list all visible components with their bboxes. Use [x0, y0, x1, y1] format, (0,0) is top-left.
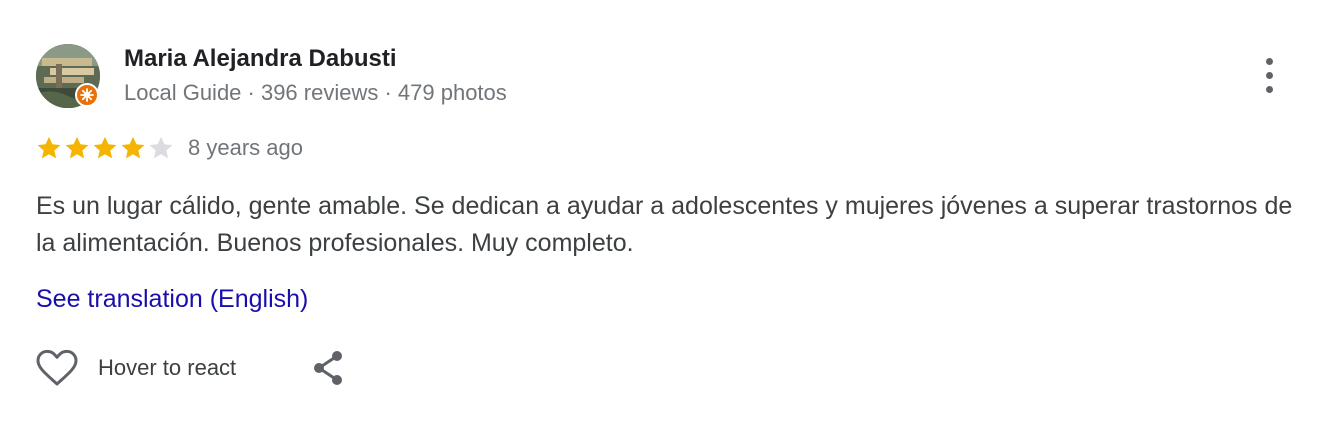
react-button[interactable]: Hover to react [36, 346, 236, 390]
author-name[interactable]: Maria Alejandra Dabusti [124, 45, 397, 73]
star-filled-icon [121, 136, 145, 159]
review-date: 8 years ago [188, 135, 303, 160]
star-empty-icon [149, 136, 173, 159]
star-rating [35, 134, 175, 162]
author-meta: Local Guide · 396 reviews · 479 photos [124, 80, 507, 105]
more-options-button[interactable] [1250, 54, 1290, 98]
heart-outline-icon [36, 349, 78, 386]
review-card: Maria Alejandra Dabusti Local Guide · 39… [0, 0, 1344, 428]
star-filled-icon [65, 136, 89, 159]
star-filled-icon [37, 136, 61, 159]
review-text: Es un lugar cálido, gente amable. Se ded… [36, 192, 1293, 257]
see-translation-link[interactable]: See translation (English) [36, 285, 308, 314]
share-icon [314, 351, 342, 385]
star-filled-icon [93, 136, 117, 159]
share-button[interactable] [308, 348, 348, 388]
react-label: Hover to react [98, 355, 237, 380]
more-vertical-icon [1266, 58, 1273, 65]
local-guide-badge-icon [75, 83, 99, 107]
